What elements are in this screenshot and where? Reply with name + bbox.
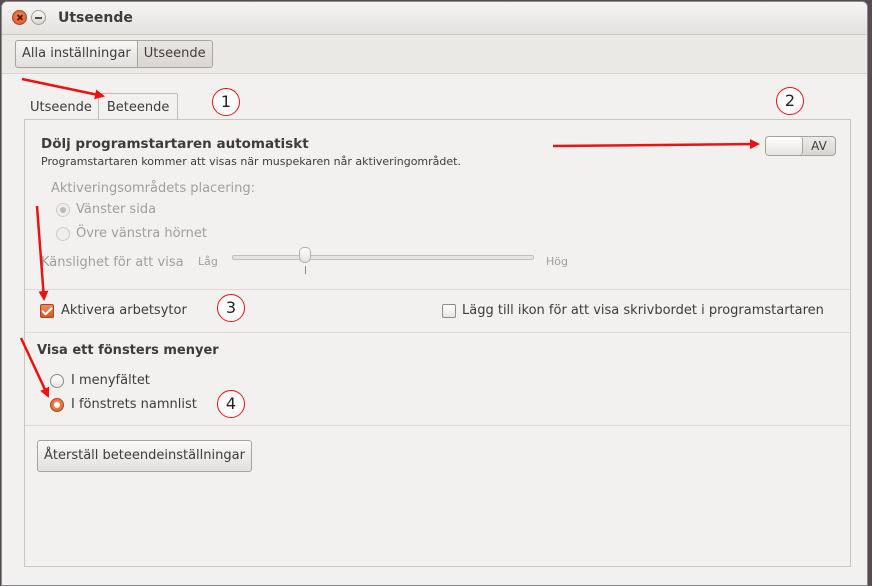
annotation-badge-1: 1: [212, 88, 240, 116]
arrow-to-menu-radio: [19, 337, 50, 398]
arrow-to-workspaces: [35, 205, 49, 301]
annotation-badge-4: 4: [217, 390, 245, 418]
arrow-to-tab: [21, 77, 105, 100]
arrow-to-switch: [552, 139, 760, 150]
annotation-badge-2: 2: [776, 87, 804, 115]
annotation-arrows: [19, 77, 760, 398]
annotation-badge-3: 3: [217, 294, 245, 322]
